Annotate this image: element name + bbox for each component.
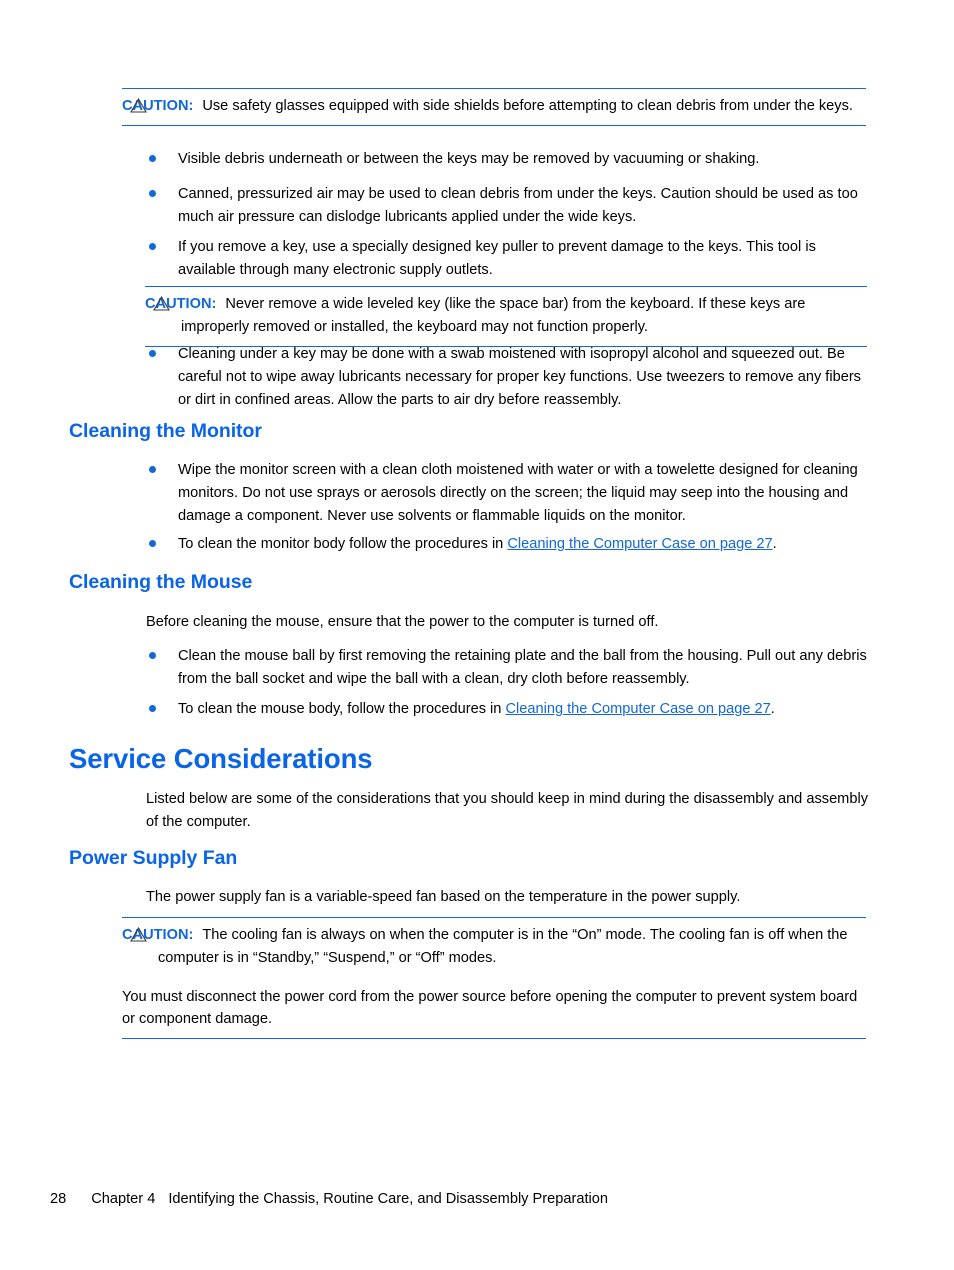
list-item: Visible debris underneath or between the… <box>145 148 870 171</box>
caution-text: CAUTION: Use safety glasses equipped with… <box>122 95 866 118</box>
list-item-text-prefix: To clean the mouse body, follow the proc… <box>178 701 506 717</box>
document-page: CAUTION: Use safety glasses equipped with… <box>0 0 954 1270</box>
caution-inner: CAUTION: Use safety glasses equipped with… <box>122 95 866 118</box>
footer-chapter-number: Chapter 4 <box>91 1191 156 1207</box>
list-item-text: If you remove a key, use a specially des… <box>178 239 816 278</box>
bullet-icon <box>149 540 156 547</box>
list-item-text-prefix: To clean the monitor body follow the pro… <box>178 536 508 552</box>
paragraph-mouse-intro: Before cleaning the mouse, ensure that t… <box>146 614 659 630</box>
bullet-icon <box>149 705 156 712</box>
caution-text: CAUTION: The cooling fan is always on whe… <box>122 924 866 970</box>
caution-box-wide-key: CAUTION: Never remove a wide leveled key … <box>145 286 867 347</box>
heading-cleaning-the-mouse: Cleaning the Mouse <box>69 571 253 593</box>
heading-power-supply-fan: Power Supply Fan <box>69 847 238 869</box>
list-item-text: Clean the mouse ball by first removing t… <box>178 648 867 687</box>
caution-message: Use safety glasses equipped with side sh… <box>202 98 853 114</box>
list-item-text: Wipe the monitor screen with a clean clo… <box>178 462 858 524</box>
list-item: If you remove a key, use a specially des… <box>145 236 867 282</box>
warning-triangle-icon <box>130 97 147 113</box>
link-cleaning-the-computer-case[interactable]: Cleaning the Computer Case on page 27 <box>507 536 772 552</box>
list-item-text: Visible debris underneath or between the… <box>178 151 760 167</box>
footer-chapter-title: Identifying the Chassis, Routine Care, a… <box>168 1191 608 1207</box>
list-item-text: To clean the mouse body, follow the proc… <box>178 701 775 717</box>
caution-message: The cooling fan is always on when the co… <box>158 927 848 966</box>
list-item: Canned, pressurized air may be used to c… <box>145 183 870 229</box>
bullet-icon <box>149 350 156 357</box>
list-item: Clean the mouse ball by first removing t… <box>145 645 873 691</box>
warning-triangle-icon <box>153 295 170 311</box>
list-item-text: To clean the monitor body follow the pro… <box>178 536 777 552</box>
heading-cleaning-the-monitor: Cleaning the Monitor <box>69 420 262 442</box>
list-item: To clean the mouse body, follow the proc… <box>145 698 873 721</box>
paragraph-power-supply-fan-intro: The power supply fan is a variable-speed… <box>146 889 741 905</box>
list-item-text: Canned, pressurized air may be used to c… <box>178 186 858 225</box>
list-item-text-suffix: . <box>772 536 777 552</box>
caution-text: CAUTION: Never remove a wide leveled key … <box>145 293 867 339</box>
list-item-text: Cleaning under a key may be done with a … <box>178 346 861 408</box>
link-cleaning-the-computer-case[interactable]: Cleaning the Computer Case on page 27 <box>505 701 770 717</box>
list-item-text-suffix: . <box>770 701 775 717</box>
bullet-icon <box>149 155 156 162</box>
heading-service-considerations: Service Considerations <box>69 743 373 774</box>
list-item: Cleaning under a key may be done with a … <box>145 343 870 411</box>
caution-second-paragraph: You must disconnect the power cord from … <box>122 988 858 1028</box>
bullet-icon <box>149 466 156 473</box>
list-item: Wipe the monitor screen with a clean clo… <box>145 459 873 527</box>
list-item: To clean the monitor body follow the pro… <box>145 533 873 556</box>
page-number: 28 <box>50 1191 67 1207</box>
caution-inner: CAUTION: The cooling fan is always on whe… <box>122 924 866 1031</box>
caution-box-safety-glasses: CAUTION: Use safety glasses equipped with… <box>122 88 866 126</box>
bullet-icon <box>149 243 156 250</box>
page-footer: 28 Chapter 4 Identifying the Chassis, Rout… <box>50 1191 608 1207</box>
bullet-icon <box>149 190 156 197</box>
caution-message: Never remove a wide leveled key (like th… <box>181 296 806 335</box>
caution-inner: CAUTION: Never remove a wide leveled key … <box>145 293 867 339</box>
paragraph-service-considerations-intro: Listed below are some of the considerati… <box>146 791 868 830</box>
bullet-icon <box>149 652 156 659</box>
caution-box-cooling-fan: CAUTION: The cooling fan is always on whe… <box>122 917 866 1040</box>
warning-triangle-icon <box>130 926 147 942</box>
